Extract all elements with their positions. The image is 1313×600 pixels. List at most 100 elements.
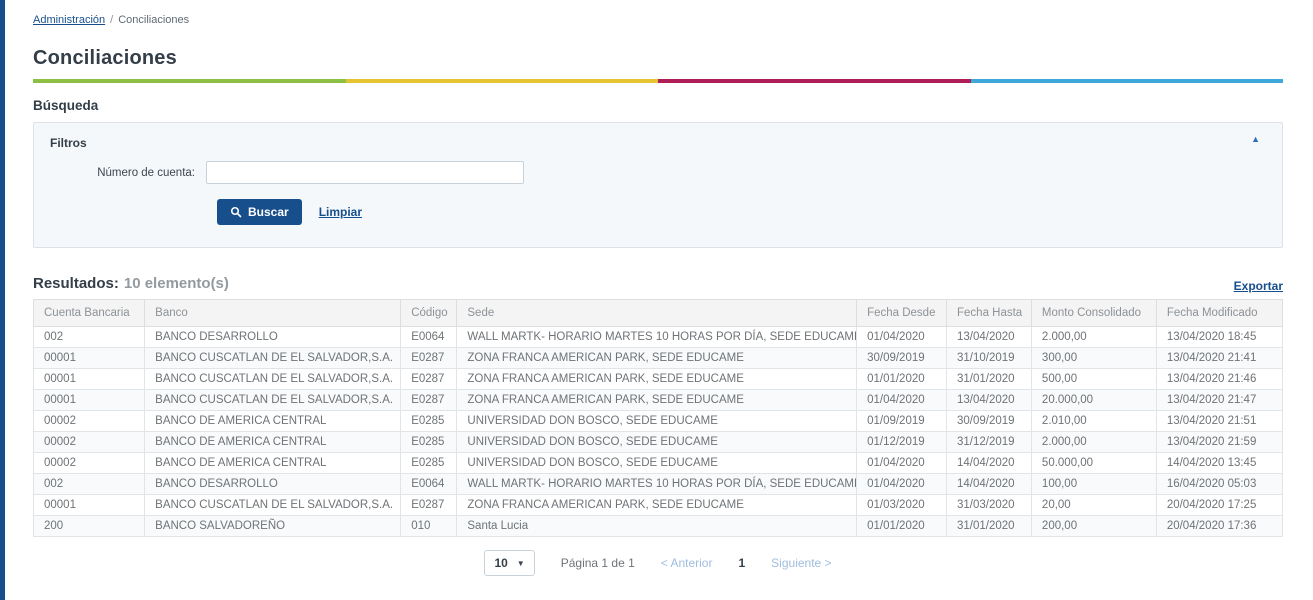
- results-label: Resultados:: [33, 275, 119, 292]
- table-cell: ZONA FRANCA AMERICAN PARK, SEDE EDUCAME: [457, 369, 857, 390]
- table-cell: ZONA FRANCA AMERICAN PARK, SEDE EDUCAME: [457, 495, 857, 516]
- results-summary: Resultados:10 elemento(s): [33, 275, 229, 293]
- table-cell: E0064: [401, 327, 457, 348]
- table-cell: 200: [34, 516, 145, 537]
- limpiar-link[interactable]: Limpiar: [319, 205, 362, 219]
- accent-segment-0: [33, 79, 346, 83]
- chevron-down-icon: ▼: [517, 559, 525, 568]
- results-bar: Resultados:10 elemento(s) Exportar: [33, 275, 1283, 293]
- table-cell: 31/12/2019: [947, 432, 1032, 453]
- table-cell: 00001: [34, 495, 145, 516]
- table-cell: 002: [34, 327, 145, 348]
- table-cell: BANCO CUSCATLAN DE EL SALVADOR,S.A.: [145, 390, 401, 411]
- table-row[interactable]: 200BANCO SALVADOREÑO010Santa Lucia01/01/…: [34, 516, 1283, 537]
- table-row[interactable]: 00001BANCO CUSCATLAN DE EL SALVADOR,S.A.…: [34, 495, 1283, 516]
- table-cell: 20/04/2020 17:36: [1156, 516, 1282, 537]
- column-header: Banco: [145, 300, 401, 327]
- anterior-link[interactable]: < Anterior: [661, 556, 713, 570]
- table-cell: E0285: [401, 453, 457, 474]
- table-cell: 01/12/2019: [857, 432, 947, 453]
- table-cell: 00002: [34, 453, 145, 474]
- table-cell: E0285: [401, 411, 457, 432]
- table-cell: E0064: [401, 474, 457, 495]
- table-cell: 00002: [34, 432, 145, 453]
- exportar-link[interactable]: Exportar: [1234, 279, 1283, 293]
- table-row[interactable]: 00002BANCO DE AMERICA CENTRALE0285UNIVER…: [34, 432, 1283, 453]
- table-cell: 31/01/2020: [947, 516, 1032, 537]
- table-row[interactable]: 00001BANCO CUSCATLAN DE EL SALVADOR,S.A.…: [34, 348, 1283, 369]
- table-cell: 01/04/2020: [857, 327, 947, 348]
- table-row[interactable]: 002BANCO DESARROLLOE0064WALL MARTK- HORA…: [34, 327, 1283, 348]
- table-cell: 00001: [34, 369, 145, 390]
- filter-panel: Filtros ▲ Número de cuenta: Buscar Limpi…: [33, 122, 1283, 248]
- column-header: Fecha Modificado: [1156, 300, 1282, 327]
- page-content: Administración / Conciliaciones Conciliaci…: [0, 0, 1313, 576]
- table-cell: BANCO SALVADOREÑO: [145, 516, 401, 537]
- table-cell: 13/04/2020 18:45: [1156, 327, 1282, 348]
- buscar-button[interactable]: Buscar: [217, 199, 302, 225]
- siguiente-link[interactable]: Siguiente >: [771, 556, 831, 570]
- busqueda-heading: Búsqueda: [33, 98, 1283, 113]
- results-table: Cuenta BancariaBancoCódigoSedeFecha Desd…: [33, 299, 1283, 537]
- column-header: Código: [401, 300, 457, 327]
- breadcrumb-separator: /: [110, 14, 113, 26]
- table-cell: 31/10/2019: [947, 348, 1032, 369]
- results-table-body: 002BANCO DESARROLLOE0064WALL MARTK- HORA…: [34, 327, 1283, 537]
- breadcrumb: Administración / Conciliaciones: [33, 14, 1283, 26]
- table-cell: 002: [34, 474, 145, 495]
- table-cell: 13/04/2020: [947, 327, 1032, 348]
- current-page[interactable]: 1: [738, 556, 745, 570]
- table-cell: BANCO DE AMERICA CENTRAL: [145, 432, 401, 453]
- page-size-value: 10: [494, 556, 507, 570]
- table-cell: 30/09/2019: [947, 411, 1032, 432]
- table-row[interactable]: 00002BANCO DE AMERICA CENTRALE0285UNIVER…: [34, 453, 1283, 474]
- column-header: Cuenta Bancaria: [34, 300, 145, 327]
- table-cell: 01/03/2020: [857, 495, 947, 516]
- accent-segment-2: [658, 79, 971, 83]
- table-cell: UNIVERSIDAD DON BOSCO, SEDE EDUCAME: [457, 453, 857, 474]
- table-cell: 100,00: [1031, 474, 1156, 495]
- table-cell: 14/04/2020 13:45: [1156, 453, 1282, 474]
- collapse-panel-icon[interactable]: ▲: [1251, 135, 1260, 144]
- table-row[interactable]: 00001BANCO CUSCATLAN DE EL SALVADOR,S.A.…: [34, 390, 1283, 411]
- table-cell: 31/03/2020: [947, 495, 1032, 516]
- accent-segment-1: [346, 79, 659, 83]
- table-cell: 14/04/2020: [947, 453, 1032, 474]
- breadcrumb-current: Conciliaciones: [118, 14, 189, 26]
- table-cell: BANCO CUSCATLAN DE EL SALVADOR,S.A.: [145, 369, 401, 390]
- table-cell: BANCO DE AMERICA CENTRAL: [145, 453, 401, 474]
- page-title: Conciliaciones: [33, 47, 1283, 70]
- table-cell: ZONA FRANCA AMERICAN PARK, SEDE EDUCAME: [457, 348, 857, 369]
- table-cell: 13/04/2020 21:51: [1156, 411, 1282, 432]
- table-cell: 13/04/2020: [947, 390, 1032, 411]
- table-cell: 010: [401, 516, 457, 537]
- table-cell: 20/04/2020 17:25: [1156, 495, 1282, 516]
- results-table-head: Cuenta BancariaBancoCódigoSedeFecha Desd…: [34, 300, 1283, 327]
- filter-buttons-row: Buscar Limpiar: [217, 199, 1264, 225]
- table-cell: UNIVERSIDAD DON BOSCO, SEDE EDUCAME: [457, 411, 857, 432]
- table-cell: E0287: [401, 348, 457, 369]
- account-number-label: Número de cuenta:: [50, 167, 206, 179]
- table-cell: 16/04/2020 05:03: [1156, 474, 1282, 495]
- table-cell: 30/09/2019: [857, 348, 947, 369]
- table-cell: 13/04/2020 21:59: [1156, 432, 1282, 453]
- table-cell: 13/04/2020 21:46: [1156, 369, 1282, 390]
- page-size-select[interactable]: 10 ▼: [484, 550, 534, 576]
- table-cell: E0287: [401, 369, 457, 390]
- table-cell: 00002: [34, 411, 145, 432]
- table-cell: 01/09/2019: [857, 411, 947, 432]
- table-row[interactable]: 00002BANCO DE AMERICA CENTRALE0285UNIVER…: [34, 411, 1283, 432]
- table-row[interactable]: 00001BANCO CUSCATLAN DE EL SALVADOR,S.A.…: [34, 369, 1283, 390]
- table-cell: E0287: [401, 495, 457, 516]
- table-cell: 20,00: [1031, 495, 1156, 516]
- left-accent-bar: [0, 0, 5, 600]
- column-header: Sede: [457, 300, 857, 327]
- table-cell: ZONA FRANCA AMERICAN PARK, SEDE EDUCAME: [457, 390, 857, 411]
- table-cell: 13/04/2020 21:41: [1156, 348, 1282, 369]
- breadcrumb-administracion-link[interactable]: Administración: [33, 14, 105, 26]
- table-cell: 2.010,00: [1031, 411, 1156, 432]
- account-number-input[interactable]: [206, 161, 524, 184]
- table-row[interactable]: 002BANCO DESARROLLOE0064WALL MARTK- HORA…: [34, 474, 1283, 495]
- table-cell: BANCO DE AMERICA CENTRAL: [145, 411, 401, 432]
- search-icon: [230, 206, 242, 218]
